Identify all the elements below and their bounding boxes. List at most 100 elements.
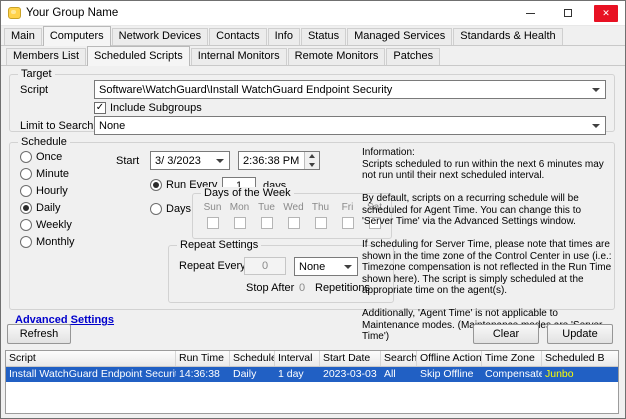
tab-status[interactable]: Status [300,28,347,45]
frequency-once-row: Once [20,151,62,163]
tab-standards-health[interactable]: Standards & Health [453,28,563,45]
repeat-interval-dropdown[interactable]: None [294,257,358,276]
spin-down-button[interactable] [305,160,319,169]
start-label: Start [116,155,140,167]
tab-managed-services[interactable]: Managed Services [347,28,453,45]
limit-to-search-value: None [99,119,126,132]
radio-monthly-label: Monthly [36,236,75,248]
tab-contacts[interactable]: Contacts [209,28,267,45]
column-header-time-zone[interactable]: Time Zone [482,351,542,366]
radio-minute-label: Minute [36,168,70,180]
cell-scheduled-by: Junbo [545,368,574,380]
radio-weekly[interactable] [20,219,32,231]
frequency-monthly-row: Monthly [20,236,75,248]
refresh-button[interactable]: Refresh [7,324,71,344]
caption-buttons: ✕ [511,1,625,25]
include-subgroups-checkbox[interactable]: ✓ [94,102,106,114]
dow-checkbox-fri[interactable] [341,217,354,229]
frequency-hourly-row: Hourly [20,185,68,197]
repeat-settings-groupbox: Repeat Settings Repeat Every None Stop A… [168,239,394,303]
radio-weekly-label: Weekly [36,219,72,231]
dow-label-sun: Sun [203,202,222,213]
radio-monthly[interactable] [20,236,32,248]
cell-run-time: 14:36:38 [179,368,220,380]
column-header-schedule[interactable]: Schedule [230,351,275,366]
radio-hourly[interactable] [20,185,32,197]
frequency-minute-row: Minute [20,168,69,180]
tab-members-list[interactable]: Members List [6,48,87,65]
cell-start-date: 2023-03-03 [323,368,377,380]
scheduled-scripts-table: Script Run Time Schedule Interval Start … [5,350,619,414]
dow-checkbox-mon[interactable] [233,217,246,229]
column-header-run-time[interactable]: Run Time [176,351,230,366]
script-label: Script [20,84,49,96]
radio-days[interactable] [150,203,162,215]
cell-offline-action: Skip Offline [420,368,474,380]
column-header-interval[interactable]: Interval [275,351,320,366]
tab-computers[interactable]: Computers [42,26,111,46]
tab-network-devices[interactable]: Network Devices [111,28,209,45]
minimize-button[interactable] [511,1,549,25]
spin-up-button[interactable] [305,152,319,161]
tab-internal-monitors[interactable]: Internal Monitors [190,48,287,65]
spin-down-icon [309,162,315,167]
tab-patches[interactable]: Patches [386,48,441,65]
script-dropdown-value: Software\WatchGuard\Install WatchGuard E… [99,83,393,96]
cell-search: All [384,368,396,380]
repeat-every-label: Repeat Every [179,260,246,272]
stop-after-value: 0 [299,282,306,294]
computers-sub-tab-bar: Members List Scheduled Scripts Internal … [1,46,625,66]
cell-time-zone: Compensated [485,368,542,380]
dow-checkbox-wed[interactable] [287,217,300,229]
tab-remote-monitors[interactable]: Remote Monitors [287,48,386,65]
frequency-weekly-row: Weekly [20,219,72,231]
tab-info[interactable]: Info [267,28,300,45]
column-header-search[interactable]: Search [381,351,417,366]
dow-checkbox-thu[interactable] [314,217,327,229]
dow-label-tue: Tue [258,202,275,213]
repeat-settings-legend: Repeat Settings [177,239,262,251]
dow-checkbox-tue[interactable] [260,217,273,229]
close-button[interactable]: ✕ [587,1,625,25]
limit-to-search-dropdown[interactable]: None [94,116,606,135]
script-dropdown[interactable]: Software\WatchGuard\Install WatchGuard E… [94,80,606,99]
tab-scheduled-scripts[interactable]: Scheduled Scripts [87,46,190,66]
dow-label-fri: Fri [341,202,354,213]
group-icon [8,7,21,19]
days-of-week-legend: Days of the Week [201,187,294,199]
start-time-value: 2:36:38 PM [243,154,300,167]
dow-label-wed: Wed [283,202,304,213]
cell-schedule: Daily [233,368,257,380]
column-header-scheduled-by[interactable]: Scheduled B [542,351,618,366]
start-date-picker[interactable]: 3/ 3/2023 [150,151,230,170]
include-subgroups-row: ✓ Include Subgroups [94,102,202,114]
dow-label-mon: Mon [229,202,250,213]
chevron-down-icon [592,124,600,128]
repeat-interval-value: None [299,260,326,273]
dow-label-thu: Thu [311,202,330,213]
radio-daily[interactable] [20,202,32,214]
tab-main[interactable]: Main [4,28,42,45]
window-title: Your Group Name [26,7,119,19]
table-row[interactable]: Install WatchGuard Endpoint Security 14:… [6,367,618,382]
column-header-script[interactable]: Script [6,351,176,366]
repeat-every-input[interactable] [244,257,286,275]
radio-run-every[interactable] [150,179,162,191]
dow-checkbox-sun[interactable] [206,217,219,229]
radio-daily-label: Daily [36,202,61,214]
clear-button[interactable]: Clear [473,324,539,344]
target-legend: Target [18,68,55,80]
start-time-spinner[interactable]: 2:36:38 PM [238,151,320,170]
maximize-button[interactable] [549,1,587,25]
column-header-offline-action[interactable]: Offline Action [417,351,482,366]
radio-hourly-label: Hourly [36,185,68,197]
titlebar: Your Group Name ✕ [1,1,625,26]
start-date-value: 3/ 3/2023 [155,154,201,167]
update-button[interactable]: Update [547,324,613,344]
radio-once[interactable] [20,151,32,163]
chevron-down-icon [216,159,224,163]
column-header-start-date[interactable]: Start Date [320,351,381,366]
radio-minute[interactable] [20,168,32,180]
cell-interval: 1 day [278,368,304,380]
maximize-icon [564,9,572,17]
